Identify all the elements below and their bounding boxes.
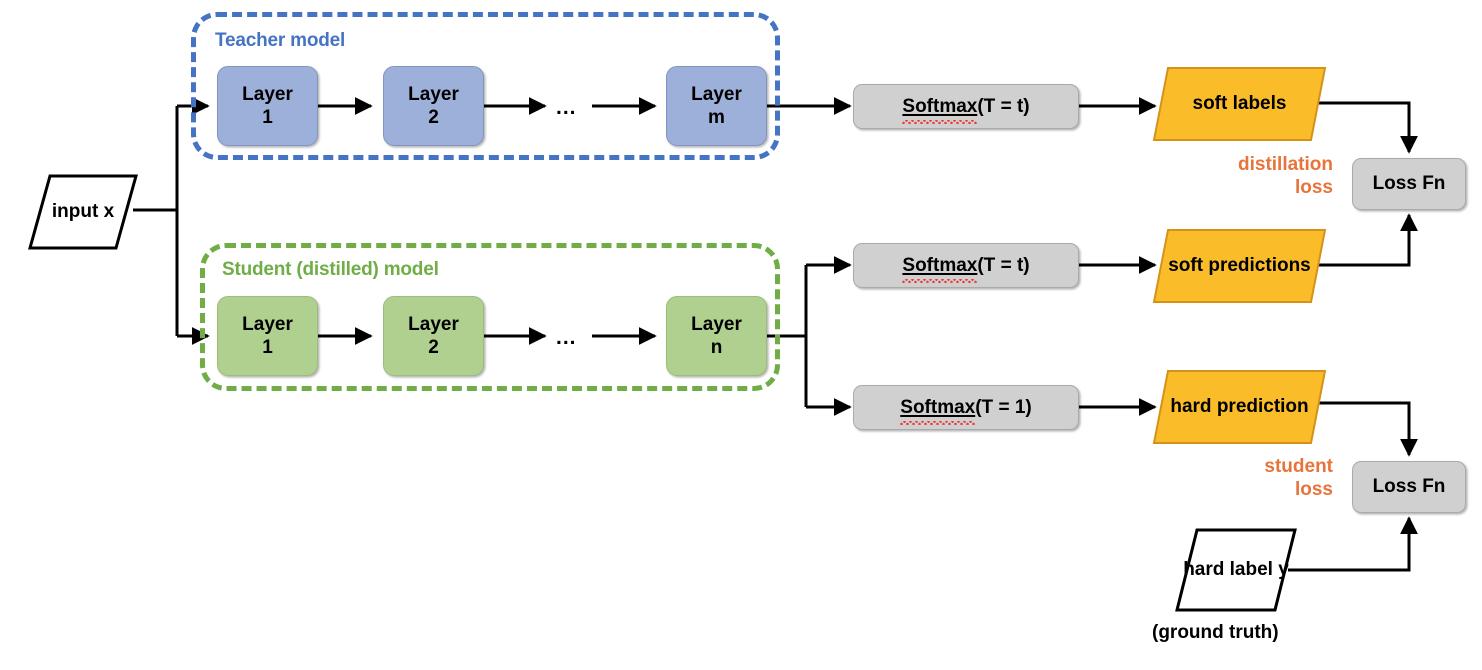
wire-hard-prediction-to-loss2-top bbox=[1318, 401, 1418, 457]
student-layer-1-line2: 1 bbox=[262, 337, 273, 358]
hard-label-text: hard label y bbox=[1177, 558, 1295, 581]
soft-predictions-line1: soft bbox=[1168, 255, 1204, 277]
teacher-model-group-label: Teacher model bbox=[215, 30, 346, 51]
soft-labels-text: soft labels bbox=[1187, 92, 1293, 115]
teacher-layer-m-line1: Layer bbox=[691, 83, 742, 105]
softmax-student-soft-box: Softmax (T = t) bbox=[853, 243, 1079, 288]
student-loss-line2: loss bbox=[1294, 479, 1333, 501]
teacher-layer-1-line1: Layer bbox=[242, 83, 293, 105]
teacher-layer-1-line2: 1 bbox=[262, 107, 273, 128]
softmax-student-soft-word: Softmax bbox=[902, 254, 978, 283]
student-ellipsis: ... bbox=[556, 326, 577, 349]
loss-fn-distillation-text: Loss Fn bbox=[1372, 173, 1446, 194]
input-parallelogram: input x bbox=[28, 174, 138, 250]
hard-label-parallelogram: hard label y bbox=[1175, 528, 1297, 612]
ground-truth-caption: (ground truth) bbox=[1152, 622, 1279, 643]
student-layer-2-line2: 2 bbox=[428, 337, 439, 358]
wire-soft-predictions-to-loss-bottom bbox=[1318, 213, 1418, 267]
teacher-layer-2: Layer 2 bbox=[383, 66, 484, 146]
wire-hard-label-to-loss2-bottom bbox=[1288, 516, 1418, 572]
teacher-layer-2-line1: Layer bbox=[408, 83, 459, 105]
student-layer-1: Layer 1 bbox=[217, 296, 318, 376]
student-loss-label: student loss bbox=[1192, 455, 1333, 501]
student-layer-n-line1: Layer bbox=[691, 313, 742, 335]
soft-labels-line1: soft labels bbox=[1192, 93, 1287, 115]
wire-soft-labels-to-loss-top bbox=[1318, 101, 1418, 154]
softmax-student-hard-temp: (T = 1) bbox=[975, 396, 1032, 418]
distillation-loss-line1: distillation bbox=[1238, 154, 1333, 175]
soft-labels-parallelogram: soft labels bbox=[1152, 66, 1327, 142]
teacher-layer-m: Layer m bbox=[666, 66, 767, 146]
student-layer-1-line1: Layer bbox=[242, 313, 293, 335]
softmax-student-soft-temp: (T = t) bbox=[977, 254, 1030, 276]
student-model-group-label: Student (distilled) model bbox=[222, 259, 439, 280]
teacher-layer-1: Layer 1 bbox=[217, 66, 318, 146]
teacher-layer-m-line2: m bbox=[708, 107, 725, 128]
softmax-teacher-temp: (T = t) bbox=[977, 95, 1030, 117]
soft-predictions-text: soft predictions bbox=[1162, 254, 1317, 277]
student-loss-line1: student bbox=[1264, 456, 1333, 477]
student-layer-2-line1: Layer bbox=[408, 313, 459, 335]
hard-label-line1: hard bbox=[1183, 559, 1225, 581]
loss-fn-student-box: Loss Fn bbox=[1352, 461, 1466, 513]
teacher-layer-2-line2: 2 bbox=[428, 107, 439, 128]
softmax-student-hard-word: Softmax bbox=[900, 396, 976, 425]
student-layer-n: Layer n bbox=[666, 296, 767, 376]
student-layer-n-line2: n bbox=[710, 337, 723, 358]
loss-fn-student-label-word: Loss Fn bbox=[1373, 476, 1446, 498]
input-parallelogram-text: input x bbox=[46, 200, 120, 223]
distillation-loss-line2: loss bbox=[1294, 177, 1333, 199]
distillation-diagram-canvas: input x Teacher model Layer 1 Layer 2 ..… bbox=[0, 0, 1482, 670]
hard-prediction-line1: hard bbox=[1170, 396, 1212, 418]
softmax-student-hard-box: Softmax (T = 1) bbox=[853, 385, 1079, 430]
hard-prediction-parallelogram: hard prediction bbox=[1152, 369, 1327, 445]
loss-fn-distillation-label-word: Loss Fn bbox=[1373, 173, 1446, 195]
distillation-loss-label: distillation loss bbox=[1192, 153, 1333, 199]
hard-label-line2: label y bbox=[1229, 559, 1289, 581]
student-layer-2: Layer 2 bbox=[383, 296, 484, 376]
teacher-ellipsis: ... bbox=[556, 96, 577, 119]
softmax-teacher-box: Softmax (T = t) bbox=[853, 84, 1079, 129]
input-label-line2: x bbox=[103, 201, 115, 223]
soft-predictions-line2: predictions bbox=[1208, 255, 1311, 277]
loss-fn-distillation-box: Loss Fn bbox=[1352, 158, 1466, 210]
softmax-teacher-word: Softmax bbox=[902, 95, 978, 124]
input-label-line1: input bbox=[51, 201, 99, 223]
soft-predictions-parallelogram: soft predictions bbox=[1152, 228, 1327, 304]
loss-fn-student-text: Loss Fn bbox=[1372, 476, 1446, 497]
hard-prediction-text: hard prediction bbox=[1164, 395, 1314, 418]
hard-prediction-line2: prediction bbox=[1216, 396, 1309, 418]
